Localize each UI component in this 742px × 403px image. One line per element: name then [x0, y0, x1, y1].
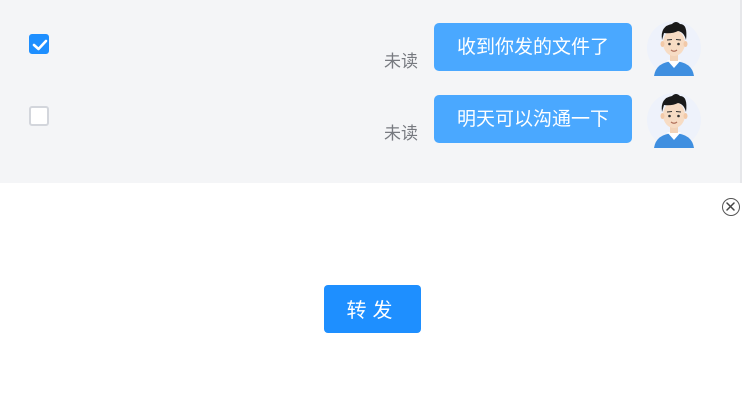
message-row: 未读 收到你发的文件了 — [0, 18, 740, 78]
read-status: 未读 — [384, 52, 418, 72]
message-bubble[interactable]: 明天可以沟通一下 — [434, 95, 632, 143]
close-circle-icon — [726, 202, 735, 211]
select-checkbox[interactable] — [29, 34, 49, 54]
message-row: 未读 明天可以沟通一下 — [0, 90, 740, 150]
check-icon — [32, 39, 48, 51]
message-bubble[interactable]: 收到你发的文件了 — [434, 23, 632, 71]
read-status: 未读 — [384, 124, 418, 144]
user-avatar-icon — [646, 90, 702, 150]
forward-button[interactable]: 转发 — [324, 285, 421, 333]
message-list: 未读 收到你发的文件了 未读 明天可以沟通一下 — [0, 0, 742, 183]
select-checkbox[interactable] — [29, 106, 49, 126]
close-button[interactable] — [722, 198, 740, 216]
user-avatar-icon — [646, 18, 702, 78]
